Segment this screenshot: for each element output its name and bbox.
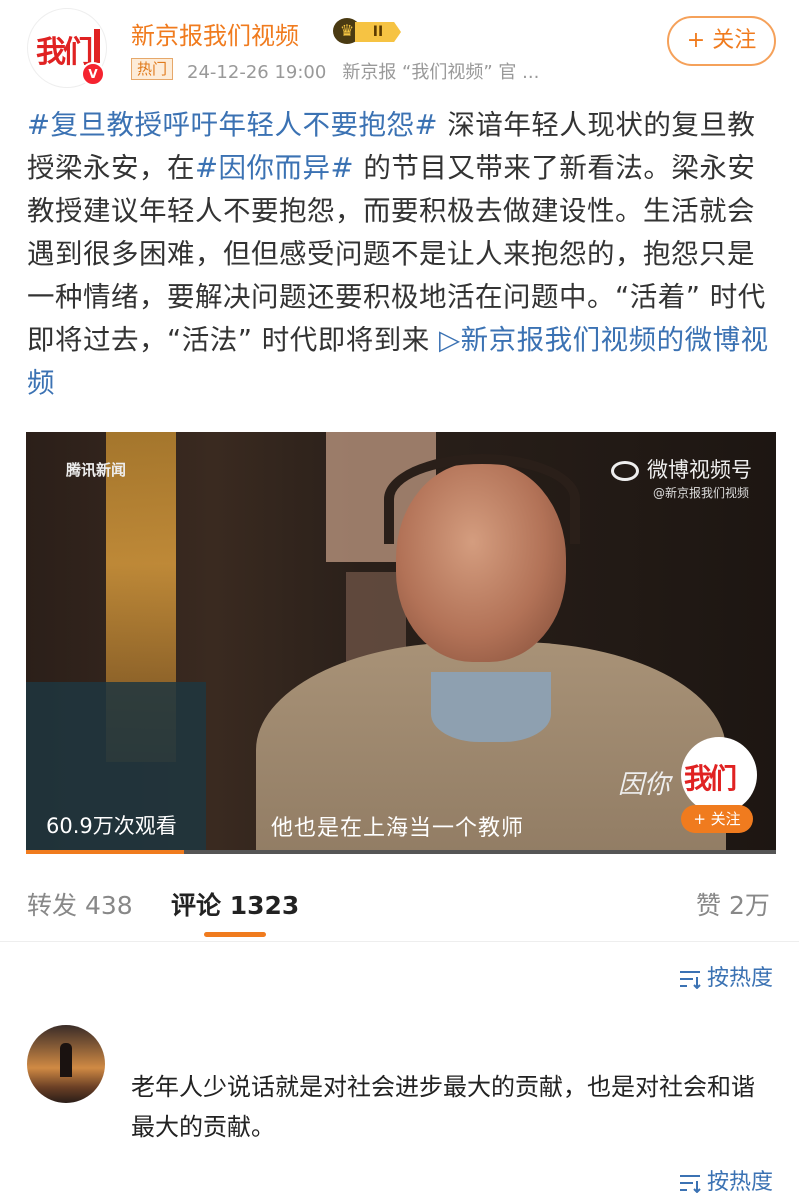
weibo-eye-icon [611, 461, 639, 481]
interaction-tabs: 转发 438 评论 1323 赞 2万 [0, 856, 799, 942]
sort-by-hot-button-secondary[interactable]: 按热度 [679, 1164, 774, 1195]
active-tab-indicator [204, 932, 266, 937]
channel-follow-button[interactable]: + 关注 [681, 805, 753, 833]
post-text: #复旦教授呼吁年轻人不要抱怨# 深谙年轻人现状的复旦教授梁永安，在#因你而异# … [27, 104, 777, 405]
tab-repost[interactable]: 转发 438 [27, 886, 133, 922]
sort-icon [680, 971, 701, 989]
tab-comment[interactable]: 评论 1323 [171, 886, 299, 922]
video-player[interactable]: 腾讯新闻 微博视频号 @新京报我们视频 因你 我们 + 关注 60.9万次观看 … [26, 432, 776, 852]
sort-by-hot-button[interactable]: 按热度 [679, 960, 774, 991]
avatar-silhouette [60, 1043, 72, 1077]
sort-label: 按热度 [707, 1170, 774, 1195]
tab-like[interactable]: 赞 2万 [696, 886, 770, 922]
vip-badge[interactable]: ♛ II [333, 18, 403, 44]
topic-tag-fudan[interactable]: #复旦教授呼吁年轻人不要抱怨# [27, 109, 438, 141]
weibo-video-watermark: 微博视频号 [611, 454, 752, 484]
speaker-collar [431, 672, 551, 742]
view-count: 60.9万次观看 [46, 814, 177, 838]
avatar-logo-bar [94, 29, 100, 63]
weibo-video-account: @新京报我们视频 [653, 486, 750, 500]
vip-level: II [355, 22, 401, 42]
sort-label: 按热度 [707, 966, 774, 991]
post-source: 新京报 “我们视频” 官 ... [342, 62, 540, 83]
channel-logo-text: 我们 [684, 762, 737, 795]
video-progress-fill [26, 850, 184, 854]
video-subtitle: 他也是在上海当一个教师 [271, 816, 525, 841]
post-header: 我们 V 新京报我们视频 ♛ II 热门 24-12-26 19:00 新京报 “我… [0, 0, 799, 100]
sort-icon [680, 1175, 701, 1193]
post-time: 24-12-26 19:00 [187, 62, 327, 83]
tencent-news-watermark: 腾讯新闻 [66, 461, 127, 479]
topic-tag-yinni[interactable]: #因你而异# [195, 152, 354, 184]
hot-badge: 热门 [131, 58, 174, 80]
avatar-logo-text: 我们 [36, 35, 93, 70]
comment-text: 老年人少说话就是对社会进步最大的贡献，也是对社会和谐最大的贡献。 [131, 1073, 755, 1141]
author-name[interactable]: 新京报我们视频 [131, 16, 299, 51]
verified-icon: V [81, 62, 105, 86]
post-meta: 热门 24-12-26 19:00 新京报 “我们视频” 官 ... [131, 58, 540, 83]
speaker-hair [384, 454, 580, 544]
weibo-video-label: 微博视频号 [647, 458, 752, 482]
commenter-avatar[interactable] [27, 1025, 105, 1103]
channel-script: 因你 [618, 770, 671, 800]
follow-button[interactable]: + 关注 [667, 16, 776, 66]
